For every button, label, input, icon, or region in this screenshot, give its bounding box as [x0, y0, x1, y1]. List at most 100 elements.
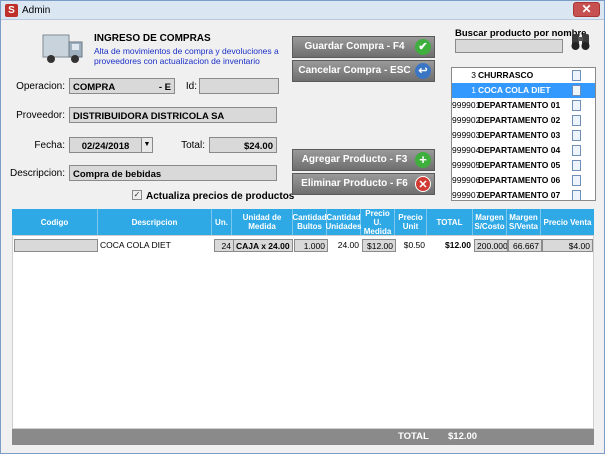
product-name: DEPARTAMENTO 01 — [478, 100, 561, 110]
col-precio-unit[interactable]: Precio Unit — [395, 209, 427, 235]
product-name: COCA COLA DIET — [478, 85, 551, 95]
product-name: DEPARTAMENTO 07 — [478, 190, 561, 200]
agregar-button-label: Agregar Producto - F3 — [301, 154, 408, 165]
list-item[interactable]: 999904DEPARTAMENTO 04 — [452, 143, 595, 158]
close-button[interactable]: ✕ — [573, 2, 600, 17]
operacion-value: COMPRA — [73, 82, 116, 93]
undo-icon: ↩ — [415, 63, 431, 79]
page-title: INGRESO DE COMPRAS — [94, 33, 211, 44]
title-bar: S Admin ✕ — [1, 1, 604, 20]
cell-un[interactable]: 24 — [214, 239, 234, 252]
fecha-label: Fecha: — [34, 140, 65, 151]
search-input[interactable] — [455, 39, 563, 53]
app-icon: S — [5, 4, 18, 17]
cell-margen-costo[interactable]: 200.000 — [474, 239, 508, 252]
eliminar-button[interactable]: Eliminar Producto - F6 ✕ — [292, 173, 435, 195]
document-icon[interactable] — [572, 100, 581, 111]
document-icon[interactable] — [572, 160, 581, 171]
product-name: CHURRASCO — [478, 70, 534, 80]
fecha-datepicker[interactable]: 02/24/2018 ▼ — [69, 137, 153, 153]
document-icon[interactable] — [572, 70, 581, 81]
fecha-value: 02/24/2018 — [81, 141, 130, 152]
col-codigo[interactable]: Codigo — [12, 209, 98, 235]
guardar-button-label: Guardar Compra - F4 — [304, 41, 405, 52]
descripcion-label: Descripcion: — [9, 168, 65, 179]
col-cantidad-unidades[interactable]: Cantidad Unidades — [326, 209, 362, 235]
chevron-down-icon[interactable]: ▼ — [141, 138, 152, 152]
col-precio-um[interactable]: Precio U. Medida — [361, 209, 395, 236]
cell-codigo[interactable] — [14, 239, 98, 252]
operacion-label: Operacion: — [16, 81, 65, 92]
col-margen-costo[interactable]: Margen S/Costo — [473, 209, 507, 235]
product-name: DEPARTAMENTO 04 — [478, 145, 561, 155]
list-item[interactable]: 999901DEPARTAMENTO 01 — [452, 98, 595, 113]
search-label: Buscar producto por nombre — [455, 28, 587, 39]
product-name: DEPARTAMENTO 03 — [478, 130, 561, 140]
product-code: 999901 — [452, 100, 481, 110]
footer-total-value: $12.00 — [448, 431, 478, 442]
col-cantidad-bultos[interactable]: Cantidad Bultos — [292, 209, 327, 235]
cell-precio-unit: $0.50 — [403, 240, 425, 250]
col-precio-venta[interactable]: Precio Venta — [541, 209, 594, 235]
list-item[interactable]: 999906DEPARTAMENTO 06 — [452, 173, 595, 188]
delete-icon: ✕ — [415, 176, 431, 192]
product-code: 999906 — [452, 175, 481, 185]
footer-total-label: TOTAL — [398, 431, 429, 442]
cell-total: $12.00 — [445, 240, 471, 250]
proveedor-field[interactable]: DISTRIBUIDORA DISTRICOLA SA — [69, 107, 277, 123]
total-label: Total: — [181, 140, 205, 151]
col-total[interactable]: TOTAL — [427, 209, 473, 235]
list-item[interactable]: 999905DEPARTAMENTO 05 — [452, 158, 595, 173]
operacion-suffix: - E — [158, 82, 171, 93]
page-subtitle: Alta de movimientos de compra y devoluci… — [94, 46, 279, 66]
col-descripcion[interactable]: Descripcion — [98, 209, 212, 235]
product-name: DEPARTAMENTO 02 — [478, 115, 561, 125]
document-icon[interactable] — [572, 115, 581, 126]
list-item[interactable]: 999907DEPARTAMENTO 07 — [452, 188, 595, 200]
product-code: 999902 — [452, 115, 481, 125]
cancelar-button[interactable]: Cancelar Compra - ESC ↩ — [292, 60, 435, 82]
list-item[interactable]: 3 CHURRASCO — [452, 68, 595, 83]
cell-bultos[interactable]: 1.000 — [294, 239, 328, 252]
eliminar-button-label: Eliminar Producto - F6 — [301, 178, 408, 189]
cell-margen-venta[interactable]: 66.667 — [508, 239, 542, 252]
id-field[interactable] — [199, 78, 279, 94]
cell-precio-venta[interactable]: $4.00 — [542, 239, 593, 252]
document-icon[interactable] — [572, 85, 581, 96]
binoculars-icon[interactable] — [568, 31, 593, 51]
admin-window: S Admin ✕ INGRESO DE COMPRAS Alta de mov… — [0, 0, 605, 454]
document-icon[interactable] — [572, 145, 581, 156]
grid-footer: TOTAL $12.00 — [12, 429, 594, 445]
col-un[interactable]: Un. — [212, 209, 232, 235]
product-code: 999903 — [452, 130, 481, 140]
actualiza-checkbox[interactable]: ✓ — [132, 190, 142, 200]
guardar-button[interactable]: Guardar Compra - F4 ✔ — [292, 36, 435, 58]
cell-precio-um[interactable]: $12.00 — [362, 239, 396, 252]
total-field: $24.00 — [209, 137, 277, 153]
document-icon[interactable] — [572, 190, 581, 200]
window-title: Admin — [22, 5, 51, 16]
col-margen-venta[interactable]: Margen S/Venta — [507, 209, 541, 235]
operacion-select[interactable]: COMPRA - E — [69, 78, 175, 94]
product-list[interactable]: 3 CHURRASCO 1 COCA COLA DIET 999901DEPARTAME… — [451, 67, 596, 201]
product-code: 999904 — [452, 145, 481, 155]
actualiza-label: Actualiza precios de productos — [146, 191, 295, 202]
grid-header: Codigo Descripcion Un. Unidad de Medida … — [12, 209, 594, 236]
list-item[interactable]: 1 COCA COLA DIET — [452, 83, 595, 98]
col-unidad-medida[interactable]: Unidad de Medida — [232, 209, 293, 235]
cell-unidad-medida[interactable]: CAJA x 24.00 — [233, 239, 293, 252]
document-icon[interactable] — [572, 130, 581, 141]
list-item[interactable]: 999903DEPARTAMENTO 03 — [452, 128, 595, 143]
id-label: Id: — [185, 81, 197, 92]
cell-descripcion: COCA COLA DIET — [100, 240, 171, 250]
descripcion-field[interactable]: Compra de bebidas — [69, 165, 277, 181]
product-code: 999905 — [452, 160, 481, 170]
product-code: 1 — [471, 85, 476, 95]
list-item[interactable]: 999902DEPARTAMENTO 02 — [452, 113, 595, 128]
agregar-button[interactable]: Agregar Producto - F3 + — [292, 149, 435, 171]
document-icon[interactable] — [572, 175, 581, 186]
plus-icon: + — [415, 152, 431, 168]
truck-icon — [42, 34, 83, 63]
purchase-grid[interactable]: COCA COLA DIET 24 CAJA x 24.00 1.000 24.… — [12, 235, 594, 429]
cancelar-button-label: Cancelar Compra - ESC — [298, 65, 411, 76]
